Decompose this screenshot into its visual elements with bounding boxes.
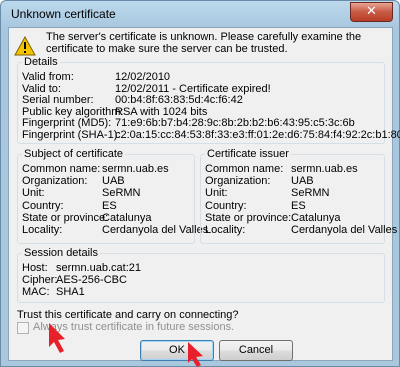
subject-value: UAB bbox=[102, 175, 125, 188]
session-value: SHA1 bbox=[56, 286, 85, 298]
issuer-label: Common name: bbox=[205, 163, 284, 175]
arrow-pointer-checkbox bbox=[49, 323, 65, 353]
subject-value: Cerdanyola del Valles bbox=[102, 224, 209, 236]
title-bar: Unknown certificate ✕ bbox=[1, 1, 399, 27]
close-button[interactable]: ✕ bbox=[350, 2, 393, 22]
subject-value: SeRMN bbox=[102, 187, 141, 200]
issuer-value: Cerdanyola del Valles bbox=[291, 224, 398, 236]
details-label: Fingerprint (MD5): bbox=[22, 117, 112, 129]
subject-label: Country: bbox=[22, 199, 64, 212]
details-value: 71:e9:6b:b7:b4:28:9c:8b:2b:b2:b6:43:95:c… bbox=[115, 117, 355, 129]
subject-title: Subject of certificate bbox=[22, 148, 126, 160]
details-label: Fingerprint (SHA-1): bbox=[22, 128, 121, 141]
details-value: 00:b4:8f:63:83:5d:4c:f6:42 bbox=[115, 94, 243, 106]
intro-text: The server's certificate is unknown. Ple… bbox=[46, 31, 362, 55]
subject-value: Catalunya bbox=[102, 211, 152, 224]
dialog-body: The server's certificate is unknown. Ple… bbox=[8, 27, 400, 361]
warning-icon bbox=[14, 36, 36, 56]
details-value: RSA with 1024 bits bbox=[115, 105, 208, 118]
details-label: Serial number: bbox=[22, 94, 94, 106]
issuer-label: Locality: bbox=[205, 224, 246, 236]
session-group: Session details Host: sermn.uab.cat:21 Cip… bbox=[17, 247, 385, 303]
issuer-value: ES bbox=[291, 199, 306, 212]
cancel-button[interactable]: Cancel bbox=[219, 340, 293, 361]
details-group: Details Valid from: 12/02/2010 Valid to: 12… bbox=[17, 56, 400, 144]
details-value: c2:0a:15:cc:84:53:8f:33:e3:ff:01:2e:d6:7… bbox=[115, 128, 400, 141]
subject-label: Unit: bbox=[22, 187, 45, 200]
issuer-group: Certificate issuer Common name: sermn.uab… bbox=[200, 148, 397, 244]
arrow-pointer-ok bbox=[188, 342, 203, 367]
subject-group: Subject of certificate Common name: sermn… bbox=[17, 148, 208, 244]
session-title: Session details bbox=[22, 247, 100, 259]
issuer-title: Certificate issuer bbox=[205, 148, 291, 160]
issuer-value: Catalunya bbox=[291, 211, 341, 224]
session-value: sermn.uab.cat:21 bbox=[56, 262, 141, 274]
always-trust-checkbox[interactable] bbox=[17, 322, 29, 334]
session-label: Host: bbox=[22, 262, 48, 274]
issuer-value: sermn.uab.es bbox=[291, 163, 358, 175]
details-label: Valid to: bbox=[22, 82, 61, 95]
issuer-label: Unit: bbox=[205, 187, 228, 200]
subject-label: Organization: bbox=[22, 175, 88, 188]
issuer-value: UAB bbox=[291, 175, 314, 188]
issuer-value: SeRMN bbox=[291, 187, 330, 200]
session-value: AES-256-CBC bbox=[56, 274, 127, 286]
window-title: Unknown certificate bbox=[11, 7, 116, 21]
subject-label: State or province: bbox=[22, 211, 109, 224]
subject-value: sermn.uab.es bbox=[102, 163, 169, 175]
issuer-label: State or province: bbox=[205, 211, 292, 224]
details-value: 12/02/2010 bbox=[115, 71, 171, 83]
details-value: 12/02/2011 - Certificate expired! bbox=[115, 82, 271, 95]
issuer-label: Organization: bbox=[205, 175, 271, 188]
details-label: Valid from: bbox=[22, 71, 74, 83]
session-label: Cipher: bbox=[22, 274, 58, 286]
subject-value: ES bbox=[102, 199, 117, 212]
details-title: Details bbox=[22, 56, 60, 68]
session-label: MAC: bbox=[22, 286, 50, 298]
subject-label: Common name: bbox=[22, 163, 101, 175]
issuer-label: Country: bbox=[205, 199, 247, 212]
details-label: Public key algorithm: bbox=[22, 105, 124, 118]
trust-question: Trust this certificate and carry on conn… bbox=[17, 309, 239, 321]
subject-label: Locality: bbox=[22, 224, 63, 236]
certificate-dialog: Unknown certificate ✕ The server's certi… bbox=[0, 0, 400, 367]
